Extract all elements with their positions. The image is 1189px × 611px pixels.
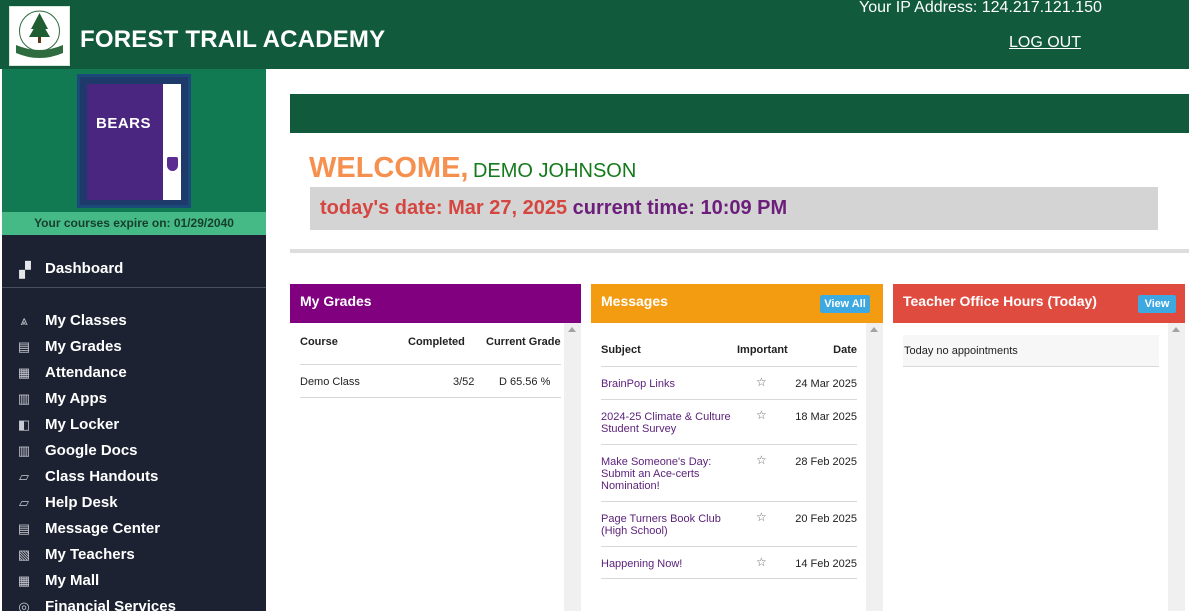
nav-my-classes[interactable]: ⩓ My Classes: [2, 309, 266, 333]
school-name: FOREST TRAIL ACADEMY: [80, 26, 386, 53]
welcome-word: WELCOME,: [309, 152, 469, 184]
message-row[interactable]: 2024-25 Climate & Culture Student Survey…: [601, 399, 857, 444]
section-divider: [290, 249, 1189, 253]
top-header: FOREST TRAIL ACADEMY Your IP Address: 12…: [0, 0, 1189, 69]
help-icon: ▱: [19, 495, 29, 510]
grades-panel-title: My Grades: [300, 293, 372, 309]
office-hours-panel-title: Teacher Office Hours (Today): [903, 293, 1097, 309]
classes-icon: ⩓: [20, 313, 28, 328]
mall-icon: ▦: [17, 573, 31, 588]
star-icon[interactable]: ☆: [756, 453, 767, 467]
messages-panel-header: Messages View All: [591, 284, 883, 323]
logout-link[interactable]: LOG OUT: [1009, 34, 1081, 52]
star-icon[interactable]: ☆: [756, 375, 767, 389]
message-icon: ▤: [17, 521, 31, 536]
message-date: 18 Mar 2025: [795, 411, 857, 423]
view-all-messages-button[interactable]: View All: [820, 295, 870, 313]
course-expiry-text: Your courses expire on: 01/29/2040: [2, 212, 266, 235]
nav-help-desk[interactable]: ▱ Help Desk: [2, 491, 266, 515]
messages-panel: Messages View All Subject Important Date…: [591, 284, 883, 611]
view-office-hours-button[interactable]: View: [1138, 295, 1176, 313]
scroll-up-icon[interactable]: [568, 327, 576, 332]
nav-my-mall[interactable]: ▦ My Mall: [2, 569, 266, 593]
col-date: Date: [833, 344, 857, 356]
nav-dashboard[interactable]: ▞ Dashboard: [2, 254, 266, 288]
ip-address-text: Your IP Address: 124.217.121.150: [859, 0, 1102, 16]
teachers-icon: ▧: [17, 547, 31, 562]
user-name: DEMO JOHNSON: [472, 160, 637, 182]
calendar-icon: ▦: [17, 365, 31, 380]
course-name: Demo Class: [300, 376, 360, 388]
nav-my-teachers[interactable]: ▧ My Teachers: [2, 543, 266, 567]
message-row[interactable]: Make Someone's Day: Submit an Ace-certs …: [601, 444, 857, 501]
message-date: 28 Feb 2025: [795, 456, 857, 468]
handouts-icon: ▱: [19, 469, 29, 484]
star-icon[interactable]: ☆: [756, 555, 767, 569]
nav-financial-services[interactable]: ◎ Financial Services: [2, 595, 266, 611]
nav-label: Dashboard: [45, 260, 124, 277]
locker-icon: ◧: [17, 417, 31, 432]
office-hours-scrollbar[interactable]: [1168, 323, 1185, 611]
message-row[interactable]: Page Turners Book Club (High School) ☆ 2…: [601, 501, 857, 546]
messages-panel-title: Messages: [601, 293, 668, 309]
grades-panel-header: My Grades: [290, 284, 581, 323]
office-hours-panel: Teacher Office Hours (Today) View Today …: [893, 284, 1185, 611]
banner-text: BEARS: [96, 115, 152, 132]
grade-value: D 65.56 %: [499, 376, 551, 388]
finance-icon: ◎: [18, 599, 30, 611]
nav-my-apps[interactable]: ▥ My Apps: [2, 387, 266, 411]
office-hours-row: Today no appointments: [903, 335, 1159, 367]
col-course: Course: [300, 336, 338, 348]
current-time: current time: 10:09 PM: [572, 197, 788, 219]
docs-icon: ▥: [17, 443, 31, 458]
nav-google-docs[interactable]: ▥ Google Docs: [2, 439, 266, 463]
col-completed: Completed: [408, 336, 465, 348]
welcome-heading: WELCOME, DEMO JOHNSON: [309, 152, 636, 185]
current-date: today's date: Mar 27, 2025: [320, 197, 568, 219]
apps-icon: ▥: [17, 391, 31, 406]
nav-my-locker[interactable]: ◧ My Locker: [2, 413, 266, 437]
message-date: 20 Feb 2025: [795, 513, 857, 525]
table-row[interactable]: Demo Class 3/52 D 65.56 %: [300, 364, 561, 398]
school-logo[interactable]: [9, 6, 70, 66]
date-time-box: today's date: Mar 27, 2025 current time:…: [310, 187, 1158, 230]
col-current-grade: Current Grade: [486, 336, 561, 348]
no-appointments-text: Today no appointments: [904, 345, 1018, 357]
dashboard-icon: ▞: [19, 262, 31, 279]
message-subject-link[interactable]: Page Turners Book Club (High School): [601, 513, 741, 537]
grades-scrollbar[interactable]: [564, 323, 581, 611]
office-hours-panel-header: Teacher Office Hours (Today) View: [893, 284, 1185, 323]
grades-panel: My Grades Course Completed Current Grade…: [290, 284, 581, 611]
message-subject-link[interactable]: Happening Now!: [601, 558, 741, 570]
message-date: 24 Mar 2025: [795, 378, 857, 390]
completed-count: 3/52: [453, 376, 475, 388]
col-important: Important: [737, 344, 788, 356]
nav-my-grades[interactable]: ▤ My Grades: [2, 335, 266, 359]
nav-class-handouts[interactable]: ▱ Class Handouts: [2, 465, 266, 489]
star-icon[interactable]: ☆: [756, 408, 767, 422]
sidebar-banner-area: BEARS Your courses expire on: 01/29/2040: [2, 69, 266, 235]
scroll-up-icon[interactable]: [1172, 327, 1180, 332]
message-subject-link[interactable]: 2024-25 Climate & Culture Student Survey: [601, 411, 741, 435]
nav-message-center[interactable]: ▤ Message Center: [2, 517, 266, 541]
col-subject: Subject: [601, 344, 641, 356]
message-subject-link[interactable]: BrainPop Links: [601, 378, 741, 390]
school-banner-image: BEARS: [77, 74, 191, 208]
main-banner-bar: [290, 94, 1189, 133]
message-subject-link[interactable]: Make Someone's Day: Submit an Ace-certs …: [601, 456, 741, 492]
message-date: 14 Feb 2025: [795, 558, 857, 570]
messages-scrollbar[interactable]: [866, 323, 883, 611]
nav-attendance[interactable]: ▦ Attendance: [2, 361, 266, 385]
star-icon[interactable]: ☆: [756, 510, 767, 524]
grades-icon: ▤: [17, 339, 31, 354]
sidebar: BEARS Your courses expire on: 01/29/2040…: [2, 69, 266, 611]
shield-icon: [167, 157, 178, 171]
message-row[interactable]: BrainPop Links ☆ 24 Mar 2025: [601, 366, 857, 399]
message-row[interactable]: Happening Now! ☆ 14 Feb 2025: [601, 546, 857, 579]
scroll-up-icon[interactable]: [870, 327, 878, 332]
